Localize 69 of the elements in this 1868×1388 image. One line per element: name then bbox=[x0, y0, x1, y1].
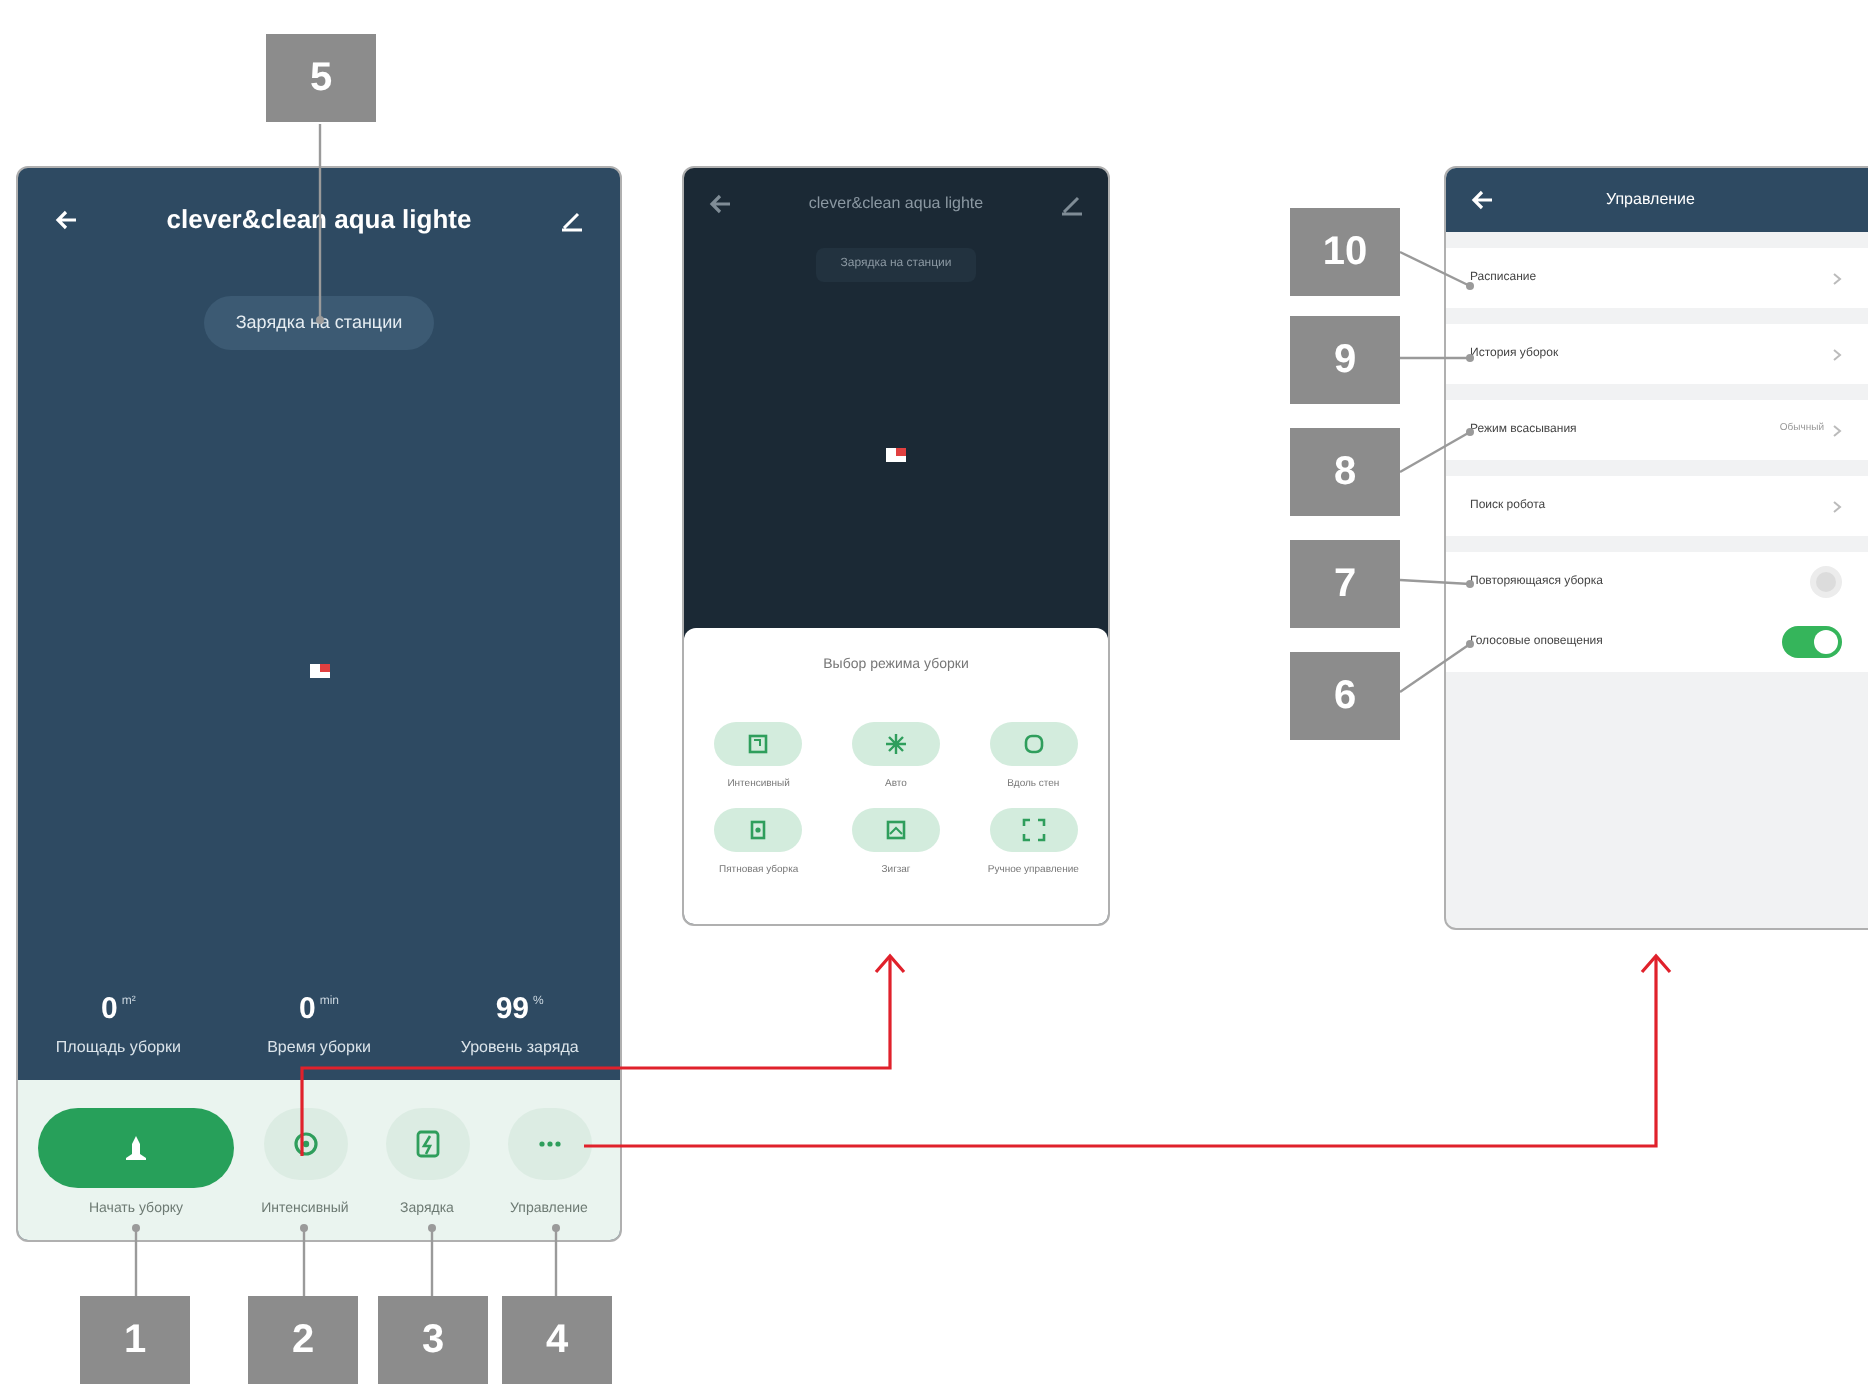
stat-value: 99 bbox=[495, 994, 529, 1024]
leader-line bbox=[554, 1228, 558, 1296]
back-icon bbox=[708, 192, 732, 216]
callout-number: 4 bbox=[502, 1296, 612, 1384]
intense-mode-icon bbox=[746, 731, 771, 755]
leader-line bbox=[430, 1228, 434, 1296]
pencil-icon bbox=[559, 207, 584, 232]
chevron-icon bbox=[1832, 271, 1842, 285]
callout-number: 10 bbox=[1290, 208, 1400, 296]
callout-number: 8 bbox=[1290, 428, 1400, 516]
charge-icon bbox=[413, 1130, 441, 1158]
leader-line bbox=[1400, 356, 1470, 360]
leader-dot bbox=[552, 1224, 560, 1232]
leader-line bbox=[1399, 578, 1471, 586]
leader-dot bbox=[428, 1224, 436, 1232]
leader-dot bbox=[1466, 428, 1474, 436]
leader-dot bbox=[1466, 640, 1474, 648]
mode-icon bbox=[291, 1130, 319, 1158]
stat-value: 0 bbox=[298, 994, 316, 1024]
leader-line bbox=[302, 1228, 306, 1296]
toggle-switch[interactable] bbox=[1782, 626, 1842, 658]
screen-title: Управление bbox=[1606, 188, 1695, 212]
leader-dot bbox=[316, 316, 324, 324]
pencil-icon bbox=[1059, 192, 1084, 216]
chevron-icon bbox=[1832, 347, 1842, 361]
leader-dot bbox=[300, 1224, 308, 1232]
callout-number: 6 bbox=[1290, 652, 1400, 740]
leader-dot bbox=[1466, 354, 1474, 362]
mode-button[interactable] bbox=[851, 808, 940, 852]
mode-button[interactable] bbox=[989, 721, 1078, 765]
callout-number: 3 bbox=[378, 1296, 488, 1384]
callout-number: 7 bbox=[1290, 540, 1400, 628]
mode-button[interactable] bbox=[714, 721, 803, 765]
edge-mode-icon bbox=[1021, 731, 1046, 755]
leader-line bbox=[1399, 430, 1471, 474]
toggle-switch[interactable] bbox=[1810, 566, 1842, 598]
stat-label: Время уборки bbox=[267, 1036, 371, 1060]
leader-dot bbox=[1466, 282, 1474, 290]
leader-line bbox=[1399, 643, 1471, 693]
charge-button[interactable] bbox=[385, 1108, 469, 1180]
robot-marker-icon bbox=[884, 445, 908, 465]
stat-label: Уровень заряда bbox=[460, 1036, 579, 1060]
back-icon bbox=[1470, 188, 1494, 212]
chevron-icon bbox=[1832, 423, 1842, 437]
mode-button[interactable] bbox=[851, 721, 940, 765]
callout-number: 5 bbox=[266, 34, 376, 122]
mode-button[interactable] bbox=[714, 808, 803, 852]
callout-number: 9 bbox=[1290, 316, 1400, 404]
callout-number: 2 bbox=[248, 1296, 358, 1384]
leader-dot bbox=[1466, 580, 1474, 588]
manual-mode-icon bbox=[1021, 818, 1046, 842]
callout-number: 1 bbox=[80, 1296, 190, 1384]
auto-mode-icon bbox=[883, 731, 908, 755]
zigzag-mode-icon bbox=[883, 818, 908, 842]
screen-title: clever&clean aqua lighte bbox=[808, 192, 984, 216]
mode-button[interactable] bbox=[989, 808, 1078, 852]
stat-value: 0 bbox=[100, 994, 118, 1024]
start-button[interactable] bbox=[38, 1108, 234, 1188]
back-icon bbox=[54, 207, 78, 232]
stat-label: Площадь уборки bbox=[55, 1036, 181, 1060]
leader-line bbox=[1399, 250, 1471, 288]
chevron-icon bbox=[1832, 499, 1842, 513]
mode-button[interactable] bbox=[263, 1108, 347, 1180]
leader-dot bbox=[132, 1224, 140, 1232]
screen-title: clever&clean aqua lighte bbox=[166, 202, 472, 238]
spot-mode-icon bbox=[746, 818, 771, 842]
leader-line bbox=[134, 1228, 138, 1296]
robot-marker-icon bbox=[307, 662, 331, 682]
robot-icon bbox=[122, 1134, 150, 1162]
